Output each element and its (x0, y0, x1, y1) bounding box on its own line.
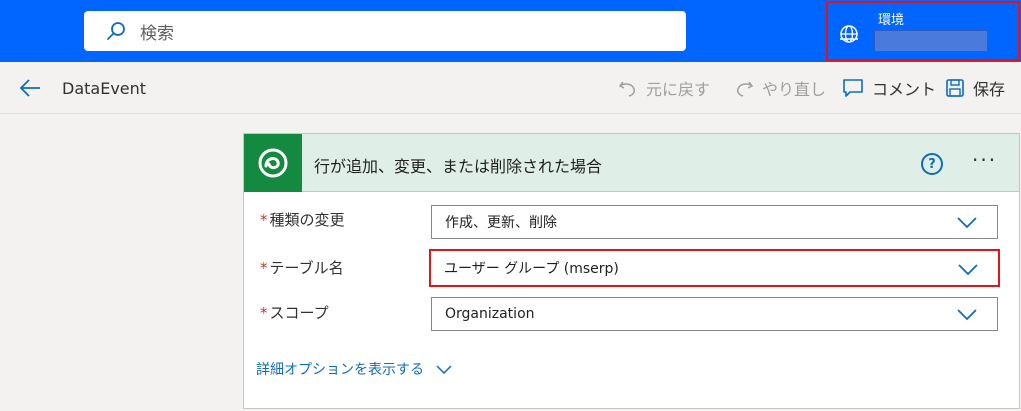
scope-value: Organization (445, 306, 535, 322)
chevron-down-icon (957, 217, 977, 229)
help-icon[interactable]: ? (921, 153, 943, 175)
redo-button[interactable]: やり直し (734, 76, 826, 100)
scope-dropdown[interactable]: Organization (431, 297, 998, 331)
chevron-down-icon (436, 365, 452, 374)
search-placeholder: 検索 (140, 23, 174, 44)
table-name-value: ユーザー グループ (mserp) (444, 261, 619, 277)
table-name-label: * テーブル名 (260, 257, 344, 278)
advanced-options-label: 詳細オプションを表示する (256, 362, 424, 378)
environment-value-redacted (874, 30, 988, 52)
save-label: 保存 (973, 80, 1006, 99)
command-bar: DataEvent 元に戻す やり直し コメント 保存 (0, 62, 1021, 114)
scope-label-text: スコープ (269, 304, 329, 322)
save-icon (946, 79, 964, 97)
required-asterisk: * (260, 211, 268, 229)
change-type-label: * 種類の変更 (260, 209, 345, 230)
trigger-card: 行が追加、変更、または削除された場合 ? ··· * 種類の変更 作成、更新、削除… (243, 133, 1020, 409)
top-bar: 検索 環境 (0, 0, 1021, 62)
trigger-title: 行が追加、変更、または削除された場合 (314, 157, 603, 176)
comment-label: コメント (872, 80, 937, 99)
table-name-dropdown[interactable]: ユーザー グループ (mserp) (429, 249, 1000, 287)
change-type-label-text: 種類の変更 (269, 211, 345, 229)
trigger-card-header[interactable]: 行が追加、変更、または削除された場合 ? ··· (244, 134, 1019, 192)
scope-label: * スコープ (260, 302, 329, 323)
environment-label: 環境 (878, 13, 905, 28)
change-type-value: 作成、更新、削除 (445, 215, 557, 231)
undo-icon (618, 81, 635, 97)
dataverse-logo-icon (244, 134, 302, 192)
undo-label: 元に戻す (646, 80, 711, 99)
search-box[interactable]: 検索 (84, 11, 686, 51)
search-icon (107, 22, 125, 40)
required-asterisk: * (260, 259, 268, 277)
back-arrow-icon[interactable] (18, 76, 42, 100)
comment-button[interactable]: コメント (842, 76, 936, 100)
flow-name: DataEvent (62, 79, 147, 98)
table-name-label-text: テーブル名 (269, 259, 344, 277)
comment-icon (843, 79, 863, 97)
more-options-icon[interactable]: ··· (972, 148, 997, 172)
change-type-dropdown[interactable]: 作成、更新、削除 (431, 205, 998, 239)
chevron-down-icon (958, 264, 978, 276)
redo-icon (737, 81, 754, 97)
globe-icon (840, 25, 858, 43)
redo-label: やり直し (762, 80, 827, 99)
chevron-down-icon (957, 309, 977, 321)
show-advanced-options-link[interactable]: 詳細オプションを表示する (256, 359, 452, 379)
save-button[interactable]: 保存 (945, 76, 1005, 100)
undo-button[interactable]: 元に戻す (618, 76, 710, 100)
required-asterisk: * (260, 304, 268, 322)
environment-picker[interactable]: 環境 (826, 1, 1020, 61)
